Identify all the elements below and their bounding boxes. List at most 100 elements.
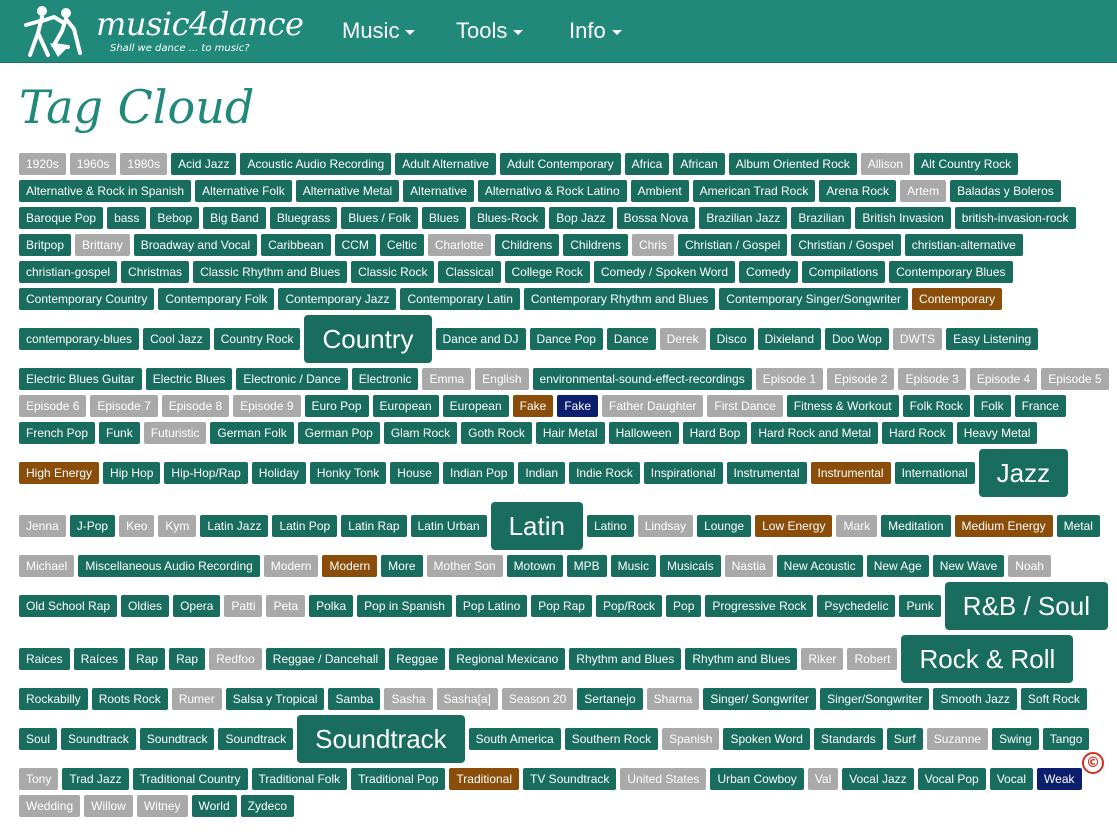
tag-chip[interactable]: Easy Listening [946,328,1039,350]
tag-chip[interactable]: Urban Cowboy [710,768,804,790]
tag-chip[interactable]: Traditional [449,768,520,790]
tag-chip[interactable]: Contemporary Country [19,288,155,310]
tag-chip[interactable]: Fitness & Workout [786,395,899,417]
tag-chip[interactable]: MPB [566,555,607,577]
tag-chip[interactable]: English [475,368,529,390]
tag-chip[interactable]: DWTS [892,328,943,350]
tag-chip[interactable]: Surf [886,728,923,750]
tag-chip[interactable]: Latino [586,515,634,537]
tag-chip[interactable]: New Acoustic [776,555,863,577]
tag-chip[interactable]: Standards [813,728,883,750]
tag-chip[interactable]: More [381,555,423,577]
tag-chip[interactable]: Fake [557,395,599,417]
tag-chip[interactable]: Disco [709,328,754,350]
tag-chip[interactable]: Country [304,315,432,363]
tag-chip[interactable]: Raices [19,648,70,670]
tag-chip[interactable]: Allison [860,153,911,175]
tag-chip[interactable]: Soundtrack [61,728,136,750]
tag-chip[interactable]: bass [107,207,147,229]
tag-chip[interactable]: Redfoo [209,648,262,670]
nav-music[interactable]: Music [342,18,416,44]
tag-chip[interactable]: Reggae / Dancehall [265,648,386,670]
tag-chip[interactable]: Honky Tonk [309,462,387,484]
tag-chip[interactable]: British Invasion [855,207,951,229]
tag-chip[interactable]: Riker [801,648,844,670]
tag-chip[interactable]: Country Rock [213,328,301,350]
tag-chip[interactable]: Blues-Rock [469,207,546,229]
tag-chip[interactable]: Broadway and Vocal [133,234,258,256]
tag-chip[interactable]: Weak [1037,768,1082,790]
tag-chip[interactable]: New Age [866,555,929,577]
tag-chip[interactable]: World [191,795,237,817]
tag-chip[interactable]: Contemporary Blues [889,261,1013,283]
tag-chip[interactable]: Baladas y Boleros [950,180,1061,202]
tag-chip[interactable]: Holiday [251,462,306,484]
tag-chip[interactable]: Hip-Hop/Rap [164,462,248,484]
tag-chip[interactable]: Episode 8 [161,395,230,417]
tag-chip[interactable]: Noah [1008,555,1051,577]
tag-chip[interactable]: Tony [19,768,59,790]
tag-chip[interactable]: Hard Rock and Metal [751,422,879,444]
tag-chip[interactable]: Miscellaneous Audio Recording [78,555,260,577]
tag-chip[interactable]: Latin Urban [410,515,487,537]
tag-chip[interactable]: Album Oriented Rock [728,153,857,175]
tag-chip[interactable]: First Dance [707,395,783,417]
tag-chip[interactable]: Oldies [121,595,170,617]
tag-chip[interactable]: Funk [99,422,140,444]
tag-chip[interactable]: Latin Rap [341,515,407,537]
tag-chip[interactable]: Reggae [389,648,446,670]
tag-chip[interactable]: Father Daughter [602,395,704,417]
tag-chip[interactable]: Childrens [494,234,560,256]
tag-chip[interactable]: Bluegrass [269,207,338,229]
tag-chip[interactable]: Rap [129,648,166,670]
tag-chip[interactable]: Episode 6 [19,395,87,417]
tag-chip[interactable]: Caribbean [261,234,331,256]
tag-chip[interactable]: Old School Rap [19,595,118,617]
tag-chip[interactable]: Dance and DJ [435,328,526,350]
tag-chip[interactable]: Christmas [121,261,190,283]
tag-chip[interactable]: Electronic [351,368,419,390]
tag-chip[interactable]: Compilations [801,261,886,283]
tag-chip[interactable]: International [894,462,975,484]
nav-tools[interactable]: Tools [456,18,524,44]
tag-chip[interactable]: German Pop [297,422,380,444]
tag-chip[interactable]: American Trad Rock [692,180,816,202]
tag-chip[interactable]: Pop Rap [531,595,592,617]
tag-chip[interactable]: Spoken Word [723,728,810,750]
tag-chip[interactable]: Christian / Gospel [677,234,788,256]
tag-chip[interactable]: Val [807,768,839,790]
tag-chip[interactable]: Adult Contemporary [499,153,621,175]
tag-chip[interactable]: british-invasion-rock [954,207,1076,229]
tag-chip[interactable]: Traditional Country [132,768,248,790]
tag-chip[interactable]: Lounge [697,515,752,537]
tag-chip[interactable]: Brazilian Jazz [699,207,788,229]
tag-chip[interactable]: 1920s [19,153,66,175]
tag-chip[interactable]: Patti [224,595,263,617]
tag-chip[interactable]: Vocal [989,768,1034,790]
tag-chip[interactable]: House [390,462,439,484]
tag-chip[interactable]: Celtic [379,234,424,256]
tag-chip[interactable]: Nastia [724,555,773,577]
tag-chip[interactable]: Vocal Pop [917,768,986,790]
tag-chip[interactable]: Dance [606,328,656,350]
tag-chip[interactable]: Futuristic [143,422,207,444]
tag-chip[interactable]: Hard Rock [882,422,953,444]
tag-chip[interactable]: Brazilian [791,207,852,229]
tag-chip[interactable]: Jazz [978,449,1069,497]
tag-chip[interactable]: Low Energy [755,515,833,537]
tag-chip[interactable]: Episode 4 [969,368,1038,390]
tag-chip[interactable]: Baroque Pop [19,207,104,229]
tag-chip[interactable]: Peta [266,595,306,617]
tag-chip[interactable]: Derek [659,328,706,350]
tag-chip[interactable]: Hair Metal [535,422,605,444]
tag-chip[interactable]: Comedy [739,261,798,283]
tag-chip[interactable]: Childrens [563,234,628,256]
tag-chip[interactable]: Singer/Songwriter [820,688,930,710]
tag-chip[interactable]: Robert [847,648,898,670]
tag-chip[interactable]: Hard Bop [682,422,748,444]
tag-chip[interactable]: Willow [84,795,133,817]
tag-chip[interactable]: Soundtrack [139,728,215,750]
tag-chip[interactable]: Bop Jazz [549,207,613,229]
tag-chip[interactable]: Opera [173,595,221,617]
tag-chip[interactable]: 1960s [69,153,117,175]
